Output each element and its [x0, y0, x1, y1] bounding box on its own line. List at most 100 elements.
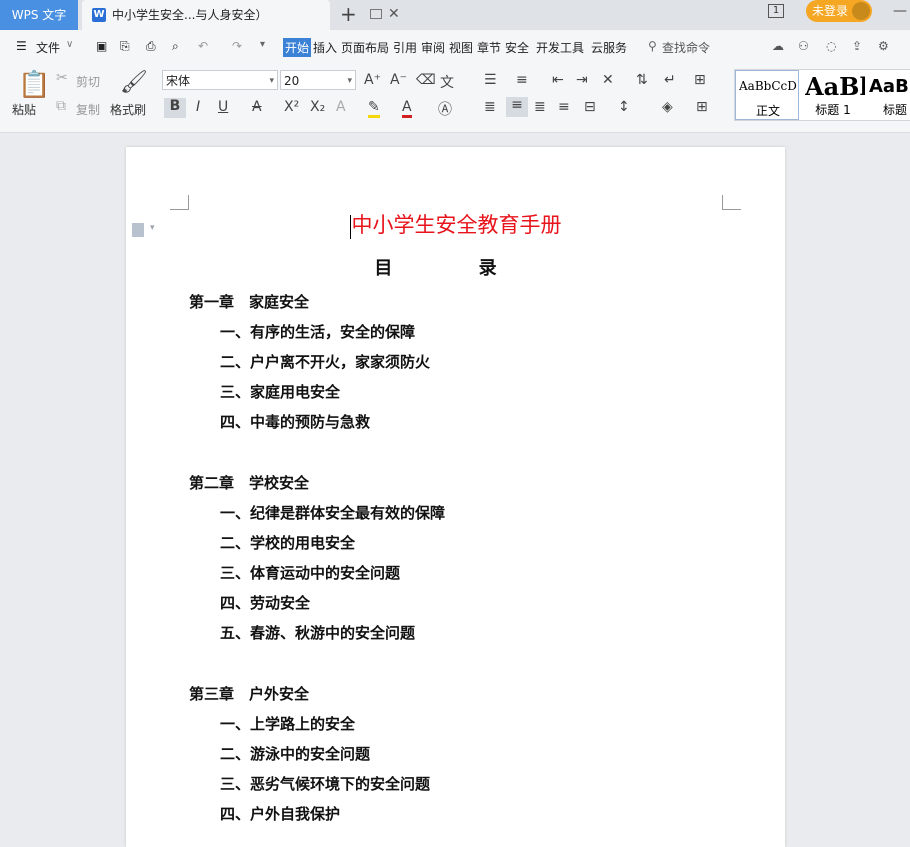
superscript-icon[interactable]: X²	[284, 99, 299, 115]
italic-icon[interactable]: I	[196, 99, 200, 115]
distributed-align-icon[interactable]: ⊟	[584, 99, 596, 115]
toc-section[interactable]: 三、体育运动中的安全问题	[220, 562, 400, 583]
toc-section[interactable]: 五、春游、秋游中的安全问题	[220, 622, 415, 643]
toc-chapter[interactable]: 第三章 户外安全	[189, 683, 309, 704]
undo-icon[interactable]: ↶	[198, 39, 208, 53]
file-menu[interactable]: 文件	[36, 39, 60, 56]
underline-icon[interactable]: U	[218, 99, 228, 115]
tab-cloud-services[interactable]: 云服务	[591, 39, 627, 56]
login-button[interactable]: 未登录	[806, 0, 872, 22]
format-painter-button[interactable]: 格式刷	[110, 101, 146, 118]
font-name-select[interactable]: 宋体 ▾	[162, 70, 278, 90]
tab-references[interactable]: 引用	[393, 39, 417, 56]
minimize-icon[interactable]: —	[893, 3, 907, 19]
toc-chapter[interactable]: 第二章 学校安全	[189, 472, 309, 493]
toc-section[interactable]: 一、纪律是群体安全最有效的保障	[220, 502, 445, 523]
align-left-icon[interactable]: ≣	[484, 99, 496, 115]
comment-icon[interactable]: ◌	[826, 39, 836, 53]
highlight-color-icon[interactable]: ✎	[368, 99, 380, 118]
window-count-badge[interactable]: 1	[768, 4, 784, 18]
toc-section[interactable]: 二、学校的用电安全	[220, 532, 355, 553]
tab-float-icon[interactable]	[370, 9, 382, 19]
toc-section[interactable]: 三、恶劣气候环境下的安全问题	[220, 773, 430, 794]
print-preview-icon[interactable]: ⌕	[172, 39, 179, 54]
style-heading[interactable]: AaB 标题	[867, 70, 910, 120]
toc-section[interactable]: 三、家庭用电安全	[220, 381, 340, 402]
subscript-icon[interactable]: X₂	[310, 99, 325, 115]
title-bar: WPS 文字 W 中小学生安全...与人身安全） ✕ + 1 未登录 —	[0, 0, 910, 30]
toc-section[interactable]: 一、有序的生活，安全的保障	[220, 321, 415, 342]
font-color-icon[interactable]: A	[402, 99, 412, 118]
document-title[interactable]: 中小学生安全教育手册	[126, 209, 785, 239]
decrease-indent-icon[interactable]: ⇤	[552, 72, 564, 88]
tab-security[interactable]: 安全	[505, 39, 529, 56]
print-icon[interactable]: ⎙	[146, 39, 156, 54]
increase-indent-icon[interactable]: ⇥	[576, 72, 588, 88]
new-tab-button[interactable]: +	[340, 2, 357, 26]
style-heading-1-preview: AaBl	[805, 72, 865, 101]
increase-font-icon[interactable]: A⁺	[364, 72, 381, 88]
app-tab-wps[interactable]: WPS 文字	[0, 0, 78, 30]
copy-icon[interactable]: ⧉	[56, 98, 66, 114]
toc-heading[interactable]: 目 录	[126, 254, 785, 280]
text-effect-icon[interactable]: A	[336, 99, 346, 115]
toc-section[interactable]: 四、中毒的预防与急救	[220, 411, 370, 432]
tab-view[interactable]: 视图	[449, 39, 473, 56]
document-page[interactable]: ▾ 中小学生安全教育手册 目 录 第一章 家庭安全 一、有序的生活，安全的保障 二、…	[126, 147, 785, 847]
document-tab[interactable]: W 中小学生安全...与人身安全） ✕	[82, 0, 400, 30]
phonetic-guide-icon[interactable]: 文	[440, 72, 454, 92]
close-tab-icon[interactable]: ✕	[388, 6, 400, 22]
file-menu-chevron-icon[interactable]: ∨	[66, 39, 73, 50]
strikethrough-icon[interactable]: A	[252, 99, 262, 115]
clear-format-eraser-icon[interactable]: ⌫	[416, 72, 436, 88]
search-command-input[interactable]: 查找命令	[662, 39, 710, 56]
paste-clipboard-icon[interactable]: 📋	[18, 70, 50, 100]
tab-insert[interactable]: 插入	[313, 39, 337, 56]
tab-stop-icon[interactable]: ⊞	[694, 72, 706, 88]
tab-developer-tools[interactable]: 开发工具	[536, 39, 584, 56]
line-spacing-icon[interactable]: ↕	[618, 99, 630, 115]
toc-section[interactable]: 二、户户离不开火，家家须防火	[220, 351, 430, 372]
quick-access-dropdown-icon[interactable]: ▾	[260, 39, 265, 50]
settings-gear-icon[interactable]: ⚙	[878, 39, 889, 53]
paste-button[interactable]: 粘贴	[12, 101, 36, 118]
sort-icon[interactable]: ⇅	[636, 72, 648, 88]
share-icon[interactable]: ⇪	[852, 39, 862, 53]
tab-review[interactable]: 审阅	[421, 39, 445, 56]
toc-section[interactable]: 二、游泳中的安全问题	[220, 743, 370, 764]
format-painter-brush-icon[interactable]: 🖌	[120, 70, 148, 95]
font-size-select[interactable]: 20 ▾	[280, 70, 356, 90]
export-pdf-icon[interactable]: ⎘	[120, 39, 130, 54]
style-normal[interactable]: AaBbCcDd 正文	[735, 70, 799, 120]
align-right-icon[interactable]: ≣	[534, 99, 546, 115]
copy-button[interactable]: 复制	[76, 101, 100, 118]
toc-chapter[interactable]: 第一章 家庭安全	[189, 291, 309, 312]
tab-sections[interactable]: 章节	[477, 39, 501, 56]
chinese-layout-icon[interactable]: ✕	[602, 72, 614, 88]
style-heading-1[interactable]: AaBl 标题 1	[801, 70, 865, 120]
decrease-font-icon[interactable]: A⁻	[390, 72, 407, 88]
toc-section[interactable]: 四、户外自我保护	[220, 803, 340, 824]
search-icon[interactable]: ⚲	[648, 39, 657, 53]
bold-icon[interactable]: B	[164, 98, 186, 118]
justify-icon[interactable]: ≡	[558, 99, 570, 115]
align-center-icon[interactable]: ≡	[506, 97, 528, 117]
collaborate-icon[interactable]: ⚇	[798, 39, 809, 53]
character-border-icon[interactable]: Ⓐ	[438, 99, 452, 119]
cut-scissors-icon[interactable]: ✂	[56, 70, 68, 86]
borders-icon[interactable]: ⊞	[696, 99, 708, 115]
cloud-sync-icon[interactable]: ☁	[772, 39, 784, 53]
cut-button[interactable]: 剪切	[76, 73, 100, 90]
tab-home[interactable]: 开始	[283, 38, 312, 57]
toc-section[interactable]: 四、劳动安全	[220, 592, 310, 613]
toc-section[interactable]: 一、上学路上的安全	[220, 713, 355, 734]
numbered-list-icon[interactable]: ≡	[516, 72, 528, 88]
save-icon[interactable]: ▣	[96, 39, 107, 53]
bullet-list-icon[interactable]: ☰	[484, 72, 497, 88]
shading-fill-icon[interactable]: ◈	[662, 99, 673, 115]
tab-page-layout[interactable]: 页面布局	[341, 39, 389, 56]
document-workspace[interactable]: ▾ 中小学生安全教育手册 目 录 第一章 家庭安全 一、有序的生活，安全的保障 二、…	[0, 133, 910, 847]
hamburger-menu-icon[interactable]: ☰	[16, 39, 27, 53]
redo-icon[interactable]: ↷	[232, 39, 242, 53]
show-marks-icon[interactable]: ↵	[664, 72, 676, 88]
